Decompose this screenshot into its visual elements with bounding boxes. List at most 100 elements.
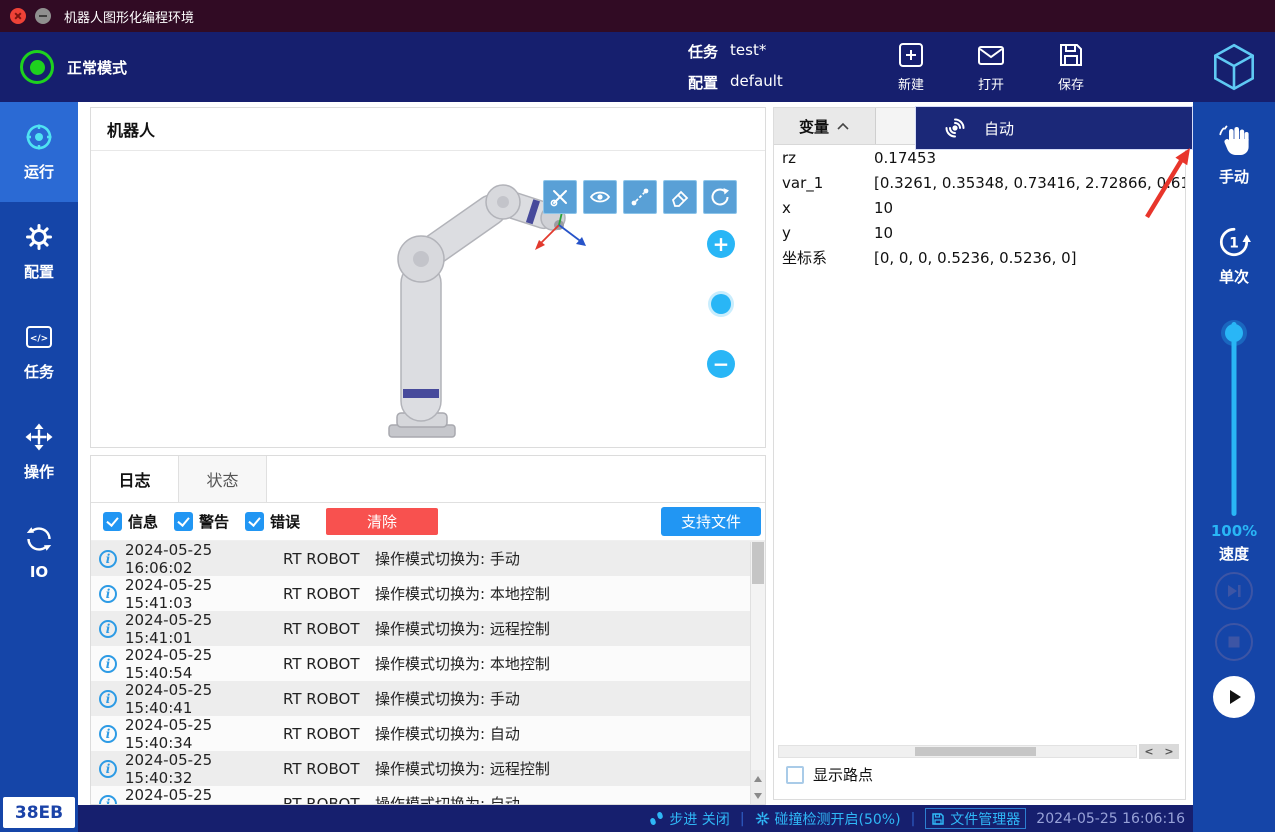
robot-3d-view: + − — [91, 151, 765, 447]
var-name: 坐标系 — [774, 247, 874, 268]
show-waypoints-checkbox[interactable] — [786, 766, 804, 784]
speed-value: 100% — [1193, 522, 1275, 540]
info-checkbox[interactable] — [103, 512, 122, 531]
var-value: [0.3261, 0.35348, 0.73416, 2.72866, 0.61… — [874, 174, 1185, 192]
variable-row: var_1 [0.3261, 0.35348, 0.73416, 2.72866… — [774, 170, 1185, 195]
path-icon — [629, 186, 651, 208]
warning-checkbox[interactable] — [174, 512, 193, 531]
info-filter-label: 信息 — [128, 511, 158, 532]
log-source: RT ROBOT — [283, 795, 375, 806]
run-label: 运行 — [24, 161, 54, 182]
log-message: 操作模式切换为: 自动 — [375, 723, 765, 744]
step-over-button[interactable] — [1215, 572, 1253, 610]
tab-log[interactable]: 日志 — [91, 456, 179, 502]
scroll-up-button[interactable] — [751, 770, 765, 787]
log-source: RT ROBOT — [283, 760, 375, 778]
variables-tab[interactable]: 变量 — [774, 108, 876, 144]
stop-button[interactable] — [1215, 623, 1253, 661]
manual-mode-button[interactable]: 手动 — [1193, 124, 1275, 187]
save-button[interactable]: 保存 — [1038, 40, 1104, 93]
minimize-icon[interactable] — [35, 8, 51, 24]
tab-status[interactable]: 状态 — [179, 456, 267, 502]
vscroll-thumb[interactable] — [752, 542, 764, 584]
step-toggle[interactable]: 步进 关闭 — [649, 809, 729, 829]
sidebar-item-run[interactable]: 运行 — [0, 102, 78, 202]
hscroll-thumb[interactable] — [915, 747, 1036, 756]
collision-icon — [755, 811, 770, 826]
log-source: RT ROBOT — [283, 690, 375, 708]
single-run-button[interactable]: 1 单次 — [1193, 224, 1275, 287]
sidebar-item-config[interactable]: 配置 — [0, 202, 78, 302]
status-bar: 步进 关闭 | 碰撞检测开启(50%) | 文件管理器 2024-05-25 1… — [78, 805, 1193, 832]
open-button[interactable]: 打开 — [958, 40, 1024, 93]
new-icon — [896, 40, 926, 70]
speed-slider-track[interactable] — [1232, 322, 1237, 516]
scroll-left-button[interactable]: < — [1139, 744, 1159, 759]
move-icon — [24, 422, 54, 452]
task-value: test* — [730, 41, 766, 62]
log-time: 2024-05-25 15:40:54 — [125, 646, 283, 682]
task-label: 任务 — [688, 41, 718, 62]
reset-view-button[interactable] — [703, 180, 737, 214]
gear-icon — [24, 222, 54, 252]
sidebar-item-task[interactable]: </> 任务 — [0, 302, 78, 402]
log-entry: i 2024-05-25 15:40:41 RT ROBOT 操作模式切换为: … — [91, 681, 765, 716]
log-entry: i 2024-05-25 16:06:02 RT ROBOT 操作模式切换为: … — [91, 541, 765, 576]
robot-panel-title: 机器人 — [91, 108, 765, 151]
warning-filter-label: 警告 — [199, 511, 229, 532]
new-button[interactable]: 新建 — [878, 40, 944, 93]
log-time: 2024-05-25 15:40:30 — [125, 786, 283, 806]
clear-button[interactable]: 清除 — [326, 508, 438, 535]
path-button[interactable] — [623, 180, 657, 214]
show-waypoints-row: 显示路点 — [786, 764, 873, 785]
svg-text:1: 1 — [1229, 235, 1239, 251]
mode-label: 正常模式 — [67, 57, 127, 78]
sidebar-item-io[interactable]: IO — [0, 502, 78, 602]
zoom-slider-thumb[interactable] — [711, 294, 731, 314]
support-files-button[interactable]: 支持文件 — [661, 507, 761, 536]
log-time: 2024-05-25 16:06:02 — [125, 541, 283, 577]
zoom-out-button[interactable]: − — [707, 350, 735, 378]
chevron-up-icon — [836, 122, 850, 131]
close-icon[interactable] — [10, 8, 26, 24]
log-entry: i 2024-05-25 15:40:32 RT ROBOT 操作模式切换为: … — [91, 751, 765, 786]
zoom-in-button[interactable]: + — [707, 230, 735, 258]
collision-toggle[interactable]: 碰撞检测开启(50%) — [755, 809, 901, 829]
app-window: 机器人图形化编程环境 正常模式 任务 test* 配置 default 新建 — [0, 0, 1275, 832]
file-manager-button[interactable]: 文件管理器 — [925, 808, 1026, 829]
normal-mode-icon — [20, 50, 54, 84]
vertical-scrollbar[interactable] — [750, 542, 765, 804]
log-message: 操作模式切换为: 本地控制 — [375, 653, 765, 674]
window-title: 机器人图形化编程环境 — [64, 7, 194, 26]
info-icon: i — [99, 795, 117, 806]
scroll-down-button[interactable] — [751, 787, 765, 804]
scroll-right-button[interactable]: > — [1159, 744, 1179, 759]
info-icon: i — [99, 550, 117, 568]
single-label: 单次 — [1219, 266, 1249, 287]
skip-icon — [1225, 582, 1243, 600]
speed-slider-thumb[interactable] — [1225, 324, 1243, 342]
view-toolbar — [543, 180, 737, 214]
config-label: 配置 — [688, 72, 718, 93]
save-icon — [1056, 40, 1086, 70]
speed-label: 速度 — [1193, 543, 1275, 564]
info-icon: i — [99, 760, 117, 778]
horizontal-scrollbar[interactable] — [778, 745, 1137, 758]
info-icon: i — [99, 690, 117, 708]
visibility-button[interactable] — [583, 180, 617, 214]
operate-label: 操作 — [24, 461, 54, 482]
eye-icon — [589, 186, 611, 208]
info-icon: i — [99, 725, 117, 743]
erase-button[interactable] — [663, 180, 697, 214]
app-logo-icon — [1207, 40, 1261, 94]
sidebar-item-operate[interactable]: 操作 — [0, 402, 78, 502]
dropdown-item-auto[interactable]: 自动 — [916, 107, 1192, 149]
variables-title: 变量 — [799, 116, 829, 137]
tools-button[interactable] — [543, 180, 577, 214]
log-time: 2024-05-25 15:40:41 — [125, 681, 283, 717]
play-button[interactable] — [1213, 676, 1255, 718]
error-checkbox[interactable] — [245, 512, 264, 531]
variable-row: 坐标系 [0, 0, 0, 0.5236, 0.5236, 0] — [774, 245, 1185, 270]
steps-icon — [649, 811, 664, 826]
log-list: i 2024-05-25 16:06:02 RT ROBOT 操作模式切换为: … — [91, 541, 765, 805]
